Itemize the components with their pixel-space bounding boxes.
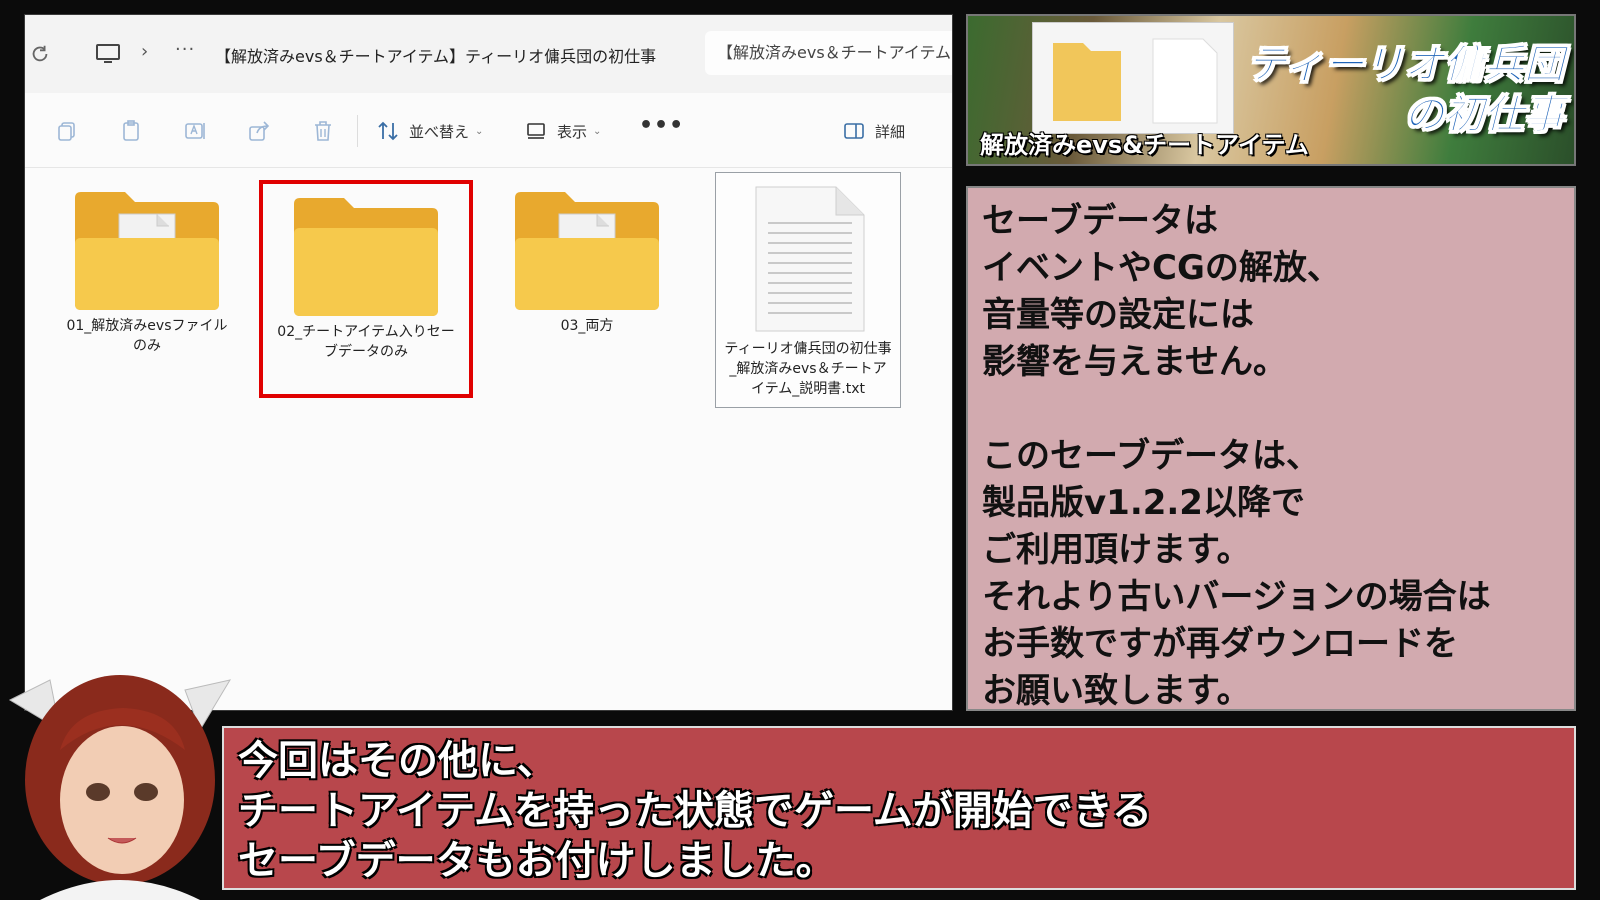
- folder-item-label: 01_解放済みevsファイル のみ: [59, 316, 235, 356]
- note-line: それより古いバージョンの場合は: [982, 577, 1491, 617]
- label-line: のみ: [133, 338, 161, 354]
- sort-label: 並べ替え: [409, 122, 470, 141]
- label-line: _解放済みevs＆チートア: [729, 361, 887, 377]
- tab-second[interactable]: 【解放済みevs＆チートアイテム: [705, 31, 952, 75]
- banner-title-line: ティーリオ傭兵団: [1246, 42, 1565, 89]
- subtitle-line: 今回はその他に、: [238, 738, 557, 784]
- details-pane-icon: [844, 123, 864, 139]
- folder-item-evs[interactable]: 01_解放済みevsファイル のみ: [59, 188, 235, 388]
- file-list-area: 01_解放済みevsファイル のみ 02_チートアイテム入りセー ブデータのみ: [25, 168, 952, 710]
- paste-icon[interactable]: [119, 119, 143, 143]
- folder-with-file-icon: [515, 192, 659, 310]
- folder-item-both[interactable]: 03_両方: [499, 188, 675, 388]
- view-button[interactable]: 表示 ⌄: [525, 115, 601, 147]
- view-icon: [527, 123, 545, 139]
- folder-icon: [294, 198, 438, 316]
- label-line: ティーリオ傭兵団の初仕事: [724, 341, 892, 357]
- label-line: 01_解放済みevsファイル: [66, 318, 228, 334]
- copy-icon[interactable]: [55, 119, 79, 143]
- folder-item-cheat-save[interactable]: 02_チートアイテム入りセー ブデータのみ: [259, 180, 473, 398]
- label-line: 02_チートアイテム入りセー: [277, 324, 455, 340]
- folder-and-file-icon: [1053, 38, 1218, 124]
- note-line: お願い致します。: [982, 671, 1251, 711]
- note-line: ご利用頂けます。: [982, 530, 1251, 570]
- address-path[interactable]: 【解放済みevs＆チートアイテム】ティーリオ傭兵団の初仕事: [215, 43, 685, 67]
- share-icon[interactable]: [247, 119, 271, 143]
- folder-item-label: 02_チートアイテム入りセー ブデータのみ: [263, 322, 469, 362]
- note-line: [982, 386, 1560, 433]
- label-line: ブデータのみ: [324, 344, 408, 360]
- text-file-item[interactable]: ティーリオ傭兵団の初仕事 _解放済みevs＆チートア イテム_説明書.txt: [715, 172, 901, 408]
- label-line: 03_両方: [560, 318, 614, 334]
- note-line: 音量等の設定には: [982, 295, 1254, 335]
- computer-icon[interactable]: [95, 43, 121, 65]
- more-options-button[interactable]: •••: [639, 113, 684, 138]
- refresh-icon[interactable]: [29, 43, 51, 65]
- view-label: 表示: [557, 122, 588, 141]
- note-line: セーブデータは: [982, 201, 1218, 241]
- subtitle-line: チートアイテムを持った状態でゲームが開始できる: [238, 788, 1152, 834]
- file-explorer-window: › ··· 【解放済みevs＆チートアイテム】ティーリオ傭兵団の初仕事 【解放済…: [24, 14, 953, 711]
- character-avatar: [8, 675, 232, 900]
- note-line: 製品版v1.2.2以降で: [982, 483, 1305, 523]
- sort-arrows-icon: [378, 121, 398, 141]
- breadcrumb-chevron-icon: ›: [141, 41, 149, 62]
- folder-with-file-icon: [75, 192, 219, 310]
- text-document-icon: [755, 186, 865, 332]
- details-label: 詳細: [875, 122, 906, 141]
- breadcrumb-more-icon[interactable]: ···: [175, 39, 195, 60]
- note-line: このセーブデータは、: [982, 436, 1320, 476]
- dialogue-subtitle-box: 今回はその他に、 チートアイテムを持った状態でゲームが開始できる セーブデータも…: [222, 726, 1576, 890]
- details-pane-button[interactable]: 詳細: [843, 115, 905, 147]
- sort-chevron-icon: ⌄: [475, 125, 484, 137]
- note-line: イベントやCGの解放、: [982, 248, 1341, 288]
- label-line: イテム_説明書.txt: [750, 381, 865, 397]
- info-note-panel: セーブデータは イベントやCGの解放、 音量等の設定には 影響を与えません。 こ…: [966, 186, 1576, 711]
- view-chevron-icon: ⌄: [593, 125, 602, 137]
- banner-subtitle: 解放済みevs&チートアイテム: [980, 131, 1309, 159]
- toolbar-divider: [357, 115, 358, 147]
- sort-button[interactable]: 並べ替え ⌄: [377, 115, 483, 147]
- address-bar: › ··· 【解放済みevs＆チートアイテム】ティーリオ傭兵団の初仕事 【解放済…: [25, 15, 952, 93]
- folder-item-label: 03_両方: [499, 316, 675, 336]
- note-line: お手数ですが再ダウンロードを: [982, 624, 1458, 664]
- game-title-banner: ティーリオ傭兵団 の初仕事 解放済みevs&チートアイテム: [966, 14, 1576, 166]
- rename-icon[interactable]: [183, 119, 207, 143]
- subtitle-line: セーブデータもお付けしました。: [238, 838, 836, 884]
- delete-icon[interactable]: [311, 119, 335, 143]
- note-line: 影響を与えません。: [982, 342, 1287, 382]
- command-toolbar: 並べ替え ⌄ 表示 ⌄ ••• 詳細: [25, 93, 952, 168]
- text-file-label: ティーリオ傭兵団の初仕事 _解放済みevs＆チートア イテム_説明書.txt: [716, 339, 900, 399]
- banner-screenshot-thumbnail: [1032, 22, 1234, 134]
